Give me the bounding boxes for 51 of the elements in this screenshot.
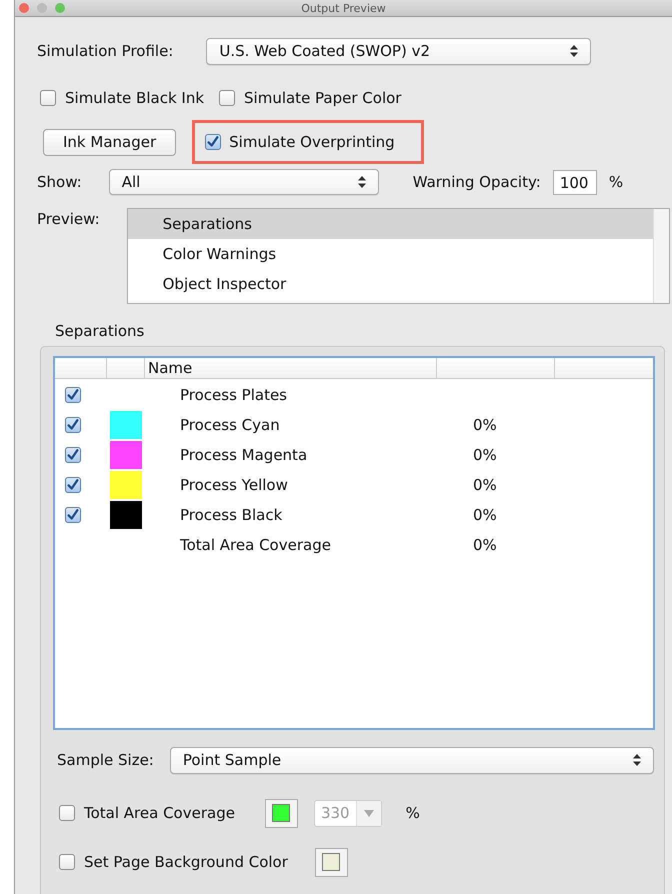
preview-list-item[interactable]: Color Warnings — [128, 239, 653, 269]
up-down-arrows-icon — [570, 45, 578, 57]
checkbox[interactable] — [219, 90, 236, 106]
ink-manager-button[interactable]: Ink Manager — [43, 128, 176, 156]
checkbox[interactable] — [65, 417, 81, 433]
caret-icon — [364, 810, 374, 816]
warning-opacity-field[interactable]: 100 — [552, 170, 597, 194]
preview-list-item[interactable]: Separations — [128, 209, 653, 239]
checkbox[interactable] — [65, 387, 81, 403]
table-cell: 0% — [473, 506, 497, 524]
color-well[interactable] — [264, 798, 298, 828]
table-cell: Process Plates — [180, 386, 287, 404]
checkbox-label: Set Page Background Color — [84, 853, 288, 871]
checkbox[interactable] — [40, 90, 56, 106]
sample-size-select[interactable]: Point Sample — [170, 746, 654, 774]
checkbox-label: Total Area Coverage — [84, 804, 235, 822]
table-cell: Total Area Coverage — [180, 536, 331, 554]
checkbox[interactable] — [59, 854, 75, 870]
field-label: Show: — [37, 173, 82, 191]
field-label: Sample Size: — [57, 751, 154, 769]
checkbox[interactable] — [65, 507, 81, 523]
table-cell: 0% — [473, 446, 497, 464]
group-title: Separations — [55, 322, 144, 340]
up-down-arrows-icon — [633, 754, 641, 766]
close-button[interactable] — [19, 3, 29, 13]
scrollbar[interactable] — [652, 209, 669, 303]
field-label: Warning Opacity: — [412, 173, 541, 191]
window-title: Output Preview — [301, 2, 386, 14]
table-cell: Process Cyan — [180, 416, 280, 434]
table-cell: Process Black — [180, 506, 282, 524]
preview-list-item[interactable]: Object Inspector — [128, 269, 653, 299]
up-down-arrows-icon — [358, 176, 366, 188]
simulation-profile-select[interactable]: U.S. Web Coated (SWOP) v2 — [206, 38, 592, 64]
unit-label: % — [608, 173, 624, 191]
checkbox[interactable] — [205, 134, 222, 150]
field-label: Preview: — [37, 210, 100, 228]
checkbox-label: Simulate Overprinting — [229, 133, 395, 151]
column-header[interactable]: Name — [145, 358, 437, 378]
checkbox[interactable] — [65, 447, 81, 463]
table-cell: Process Magenta — [180, 446, 308, 464]
table-cell: 0% — [473, 536, 497, 554]
table-cell: Process Yellow — [180, 476, 288, 494]
unit-label: % — [406, 804, 420, 822]
table-cell: 0% — [473, 416, 497, 434]
checkbox-label: Simulate Black Ink — [65, 89, 204, 107]
checkbox-label: Simulate Paper Color — [244, 89, 402, 107]
color-well[interactable] — [314, 848, 348, 876]
field-label: Simulation Profile: — [37, 42, 174, 60]
show-select[interactable]: All — [108, 169, 379, 195]
checkbox[interactable] — [65, 477, 81, 493]
table-cell: 0% — [473, 476, 497, 494]
